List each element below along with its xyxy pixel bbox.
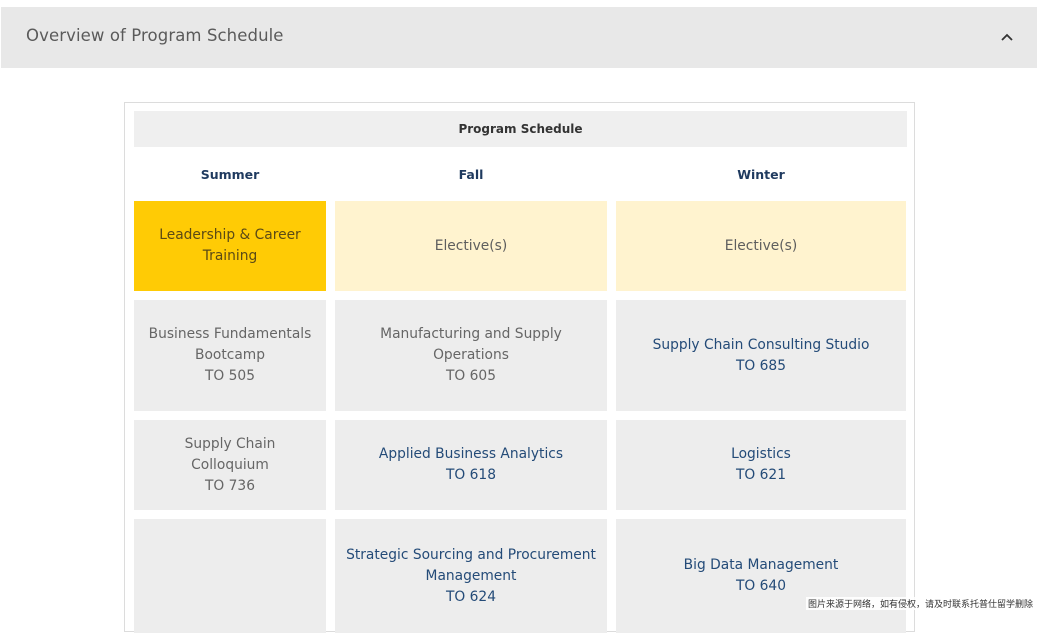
- course-text-line: Big Data Management: [683, 557, 839, 573]
- course-text-line: TO 621: [735, 467, 786, 483]
- schedule-cell-fall-row-1: Elective(s): [335, 201, 607, 291]
- course-text-line: Logistics: [731, 446, 791, 462]
- column-header-winter: Winter: [737, 166, 785, 182]
- course-text-line: Elective(s): [434, 237, 508, 254]
- course-text-line: Supply Chain Colloquium: [184, 435, 276, 473]
- course-text-line: Management: [425, 567, 517, 584]
- schedule-cell-winter-row-4[interactable]: Big Data Management TO 640: [616, 519, 906, 633]
- course-text-line: Applied Business Analytics: [378, 446, 564, 462]
- schedule-cell-summer-row-1: Leadership & Career Training: [134, 201, 326, 291]
- schedule-cell-summer-row-2: Business Fundamentals Bootcamp TO 505: [134, 300, 326, 411]
- course-text-line: TO 736: [204, 477, 255, 494]
- table-title: Program Schedule: [134, 111, 907, 147]
- schedule-cell-summer-row-4: [134, 519, 326, 633]
- course-text-line: Elective(s): [724, 237, 798, 254]
- schedule-cell-winter-row-3[interactable]: Logistics TO 621: [616, 420, 906, 510]
- schedule-cell-winter-row-1: Elective(s): [616, 201, 906, 291]
- course-text-line: TO 624: [445, 588, 496, 605]
- schedule-cell-summer-row-3: Supply Chain Colloquium TO 736: [134, 420, 326, 510]
- course-text-line: Training: [202, 248, 258, 264]
- course-text-line: Strategic Sourcing and Procurement: [346, 546, 596, 563]
- course-text-line: TO 605: [445, 368, 496, 384]
- chevron-up-icon[interactable]: [999, 29, 1015, 45]
- course-text-line: TO 640: [735, 578, 786, 594]
- program-schedule-table: Program Schedule Summer Fall Winter Lead…: [124, 102, 915, 633]
- column-header-summer: Summer: [200, 166, 260, 182]
- accordion-title: Overview of Program Schedule: [26, 26, 284, 45]
- course-text-line: TO 685: [735, 357, 786, 374]
- schedule-cell-fall-row-2: Manufacturing and Supply Operations TO 605: [335, 300, 607, 411]
- schedule-cell-fall-row-4[interactable]: Strategic Sourcing and Procurement Manage…: [335, 519, 607, 633]
- course-text-line: Manufacturing and Supply: [380, 326, 562, 342]
- course-text-line: Supply Chain Consulting Studio: [652, 336, 870, 353]
- course-text-line: Business Fundamentals: [148, 326, 312, 342]
- course-text-line: Operations: [433, 347, 509, 363]
- schedule-cell-winter-row-2[interactable]: Supply Chain Consulting Studio TO 685: [616, 300, 906, 411]
- column-header-fall: Fall: [458, 166, 484, 182]
- course-text-line: Bootcamp: [195, 347, 265, 363]
- schedule-cell-fall-row-3[interactable]: Applied Business Analytics TO 618: [335, 420, 607, 510]
- course-text-line: Leadership & Career: [159, 227, 301, 243]
- course-text-line: TO 618: [445, 467, 496, 483]
- course-text-line: TO 505: [204, 368, 255, 384]
- watermark-text: 图片来源于网络，如有侵权，请及时联系托普仕留学删除: [805, 597, 1035, 610]
- accordion-header[interactable]: Overview of Program Schedule: [1, 7, 1037, 68]
